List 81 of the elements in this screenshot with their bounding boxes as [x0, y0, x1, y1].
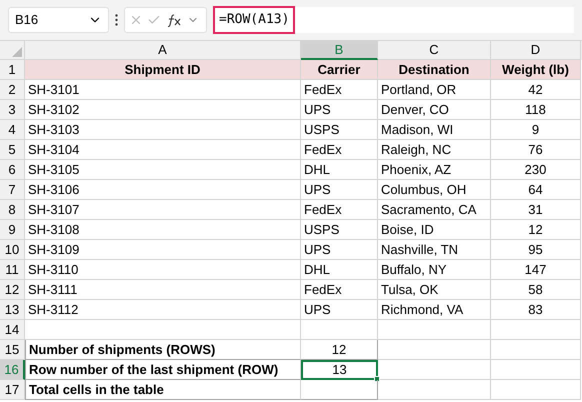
summary-label: Total cells in the table — [25, 380, 301, 400]
column-title: Destination — [378, 60, 491, 80]
table-cell: UPS — [301, 100, 378, 120]
row-header[interactable]: 2 — [0, 80, 25, 100]
table-cell: FedEx — [301, 80, 378, 100]
table-cell: SH-3102 — [25, 100, 301, 120]
column-title: Shipment ID — [25, 60, 301, 80]
summary-label: Number of shipments (ROWS) — [25, 340, 301, 360]
fill-handle[interactable] — [374, 376, 380, 382]
table-cell: DHL — [301, 260, 378, 280]
table-cell: SH-3106 — [25, 180, 301, 200]
table-cell: Phoenix, AZ — [378, 160, 491, 180]
table-cell: 12 — [491, 220, 581, 240]
table-cell: 95 — [491, 240, 581, 260]
table-cell: USPS — [301, 120, 378, 140]
table-cell: 230 — [491, 160, 581, 180]
table-cell: 76 — [491, 140, 581, 160]
row-header[interactable]: 17 — [0, 380, 25, 400]
table-cell: UPS — [301, 240, 378, 260]
table-cell: 13 — [301, 360, 378, 380]
column-title: Carrier — [301, 60, 378, 80]
table-cell: SH-3109 — [25, 240, 301, 260]
table-cell: 9 — [491, 120, 581, 140]
table-cell: Portland, OR — [378, 80, 491, 100]
table-cell: 42 — [491, 80, 581, 100]
row-header[interactable]: 9 — [0, 220, 25, 240]
row-header[interactable]: 1 — [0, 60, 25, 80]
table-cell: Denver, CO — [378, 100, 491, 120]
table-cell: SH-3112 — [25, 300, 301, 320]
row-header[interactable]: 7 — [0, 180, 25, 200]
table-cell: 118 — [491, 100, 581, 120]
name-box[interactable]: B16 — [8, 7, 109, 33]
row-header[interactable]: 11 — [0, 260, 25, 280]
table-cell: 147 — [491, 260, 581, 280]
row-header[interactable]: 6 — [0, 160, 25, 180]
formula-text: =ROW(A13) — [213, 6, 296, 34]
row-header[interactable]: 15 — [0, 340, 25, 360]
table-cell: FedEx — [301, 140, 378, 160]
table-cell: Raleigh, NC — [378, 140, 491, 160]
table-cell: Madison, WI — [378, 120, 491, 140]
row-header[interactable]: 8 — [0, 200, 25, 220]
row-header[interactable]: 14 — [0, 320, 25, 340]
table-cell: Columbus, OH — [378, 180, 491, 200]
table-cell: 64 — [491, 180, 581, 200]
table-cell: SH-3110 — [25, 260, 301, 280]
row-header[interactable]: 3 — [0, 100, 25, 120]
table-cell: SH-3108 — [25, 220, 301, 240]
row-header[interactable]: 13 — [0, 300, 25, 320]
column-title: Weight (lb) — [491, 60, 581, 80]
table-cell: Nashville, TN — [378, 240, 491, 260]
row-header[interactable]: 5 — [0, 140, 25, 160]
triangle-icon — [12, 47, 22, 57]
table-cell: SH-3101 — [25, 80, 301, 100]
table-cell: 31 — [491, 200, 581, 220]
function-icon[interactable] — [165, 13, 183, 27]
row-header[interactable]: 10 — [0, 240, 25, 260]
table-cell: Buffalo, NY — [378, 260, 491, 280]
summary-label: Row number of the last shipment (ROW) — [25, 360, 301, 380]
table-cell: SH-3104 — [25, 140, 301, 160]
table-cell: SH-3111 — [25, 280, 301, 300]
table-cell: Sacramento, CA — [378, 200, 491, 220]
table-cell: SH-3103 — [25, 120, 301, 140]
table-cell: FedEx — [301, 200, 378, 220]
table-cell: DHL — [301, 160, 378, 180]
row-header[interactable]: 12 — [0, 280, 25, 300]
table-cell: Boise, ID — [378, 220, 491, 240]
table-cell: 58 — [491, 280, 581, 300]
table-cell: Richmond, VA — [378, 300, 491, 320]
table-cell: Tulsa, OK — [378, 280, 491, 300]
formula-field[interactable]: =ROW(A13) — [213, 7, 574, 33]
table-cell: UPS — [301, 180, 378, 200]
table-cell: SH-3105 — [25, 160, 301, 180]
table-cell: 12 — [301, 340, 378, 360]
table-cell: SH-3107 — [25, 200, 301, 220]
table-cell: USPS — [301, 220, 378, 240]
cancel-icon[interactable] — [129, 13, 143, 27]
table-cell: 83 — [491, 300, 581, 320]
table-cell: FedEx — [301, 280, 378, 300]
row-header[interactable]: 4 — [0, 120, 25, 140]
table-cell: UPS — [301, 300, 378, 320]
more-options-icon — [115, 14, 118, 26]
